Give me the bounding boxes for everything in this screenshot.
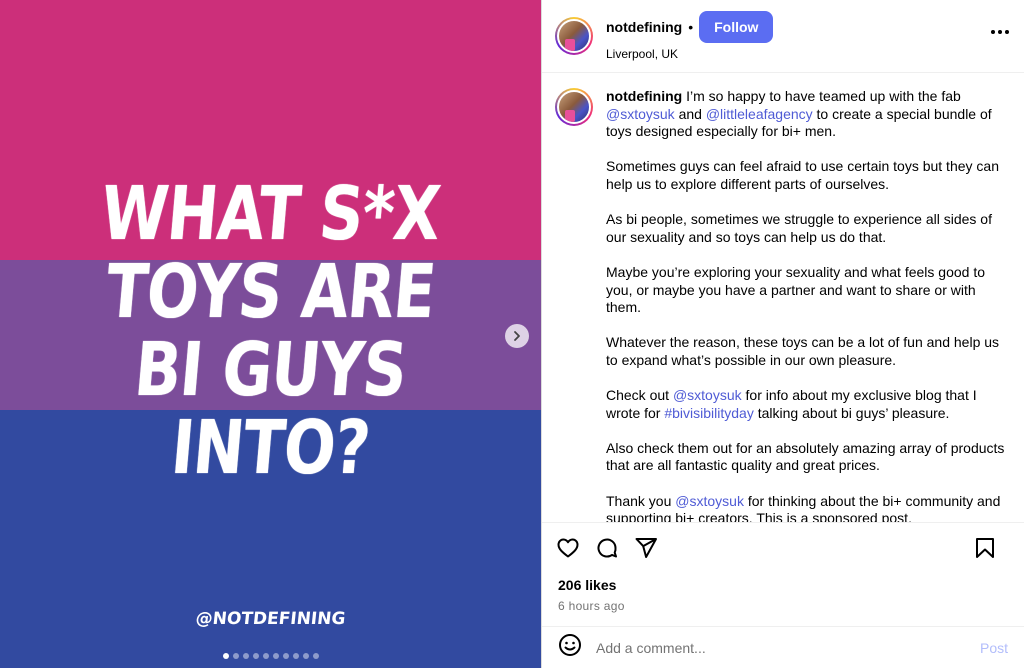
caption-text-run: talking about bi guys’ pleasure. [753, 404, 950, 421]
carousel-dot [252, 653, 259, 659]
post-comment-button[interactable]: Post [980, 640, 1008, 656]
header-top: notdefining • Follow [606, 11, 774, 43]
headline-line: BI GUYS [131, 327, 410, 413]
carousel-dot [242, 653, 249, 659]
mention-link[interactable]: @sxtoysuk [606, 106, 675, 122]
caption-paragraph: Check out @sxtoysuk for info about my ex… [606, 387, 1006, 422]
post-media[interactable]: WHAT S*X TOYS ARE BI GUYS INTO? @NOTDEFI… [0, 0, 541, 668]
emoji-icon[interactable] [558, 633, 582, 662]
share-icon[interactable] [634, 536, 658, 560]
caption-paragraph: Maybe you’re exploring your sexuality an… [606, 263, 985, 316]
comment-icon[interactable] [595, 536, 619, 560]
comment-input[interactable] [596, 639, 980, 656]
mention-link[interactable]: @littleleafagency [706, 106, 813, 122]
likes-count[interactable]: 206 likes [542, 577, 1024, 593]
hashtag-link[interactable]: #bivisibilityday [664, 405, 753, 421]
carousel-dot [302, 653, 309, 659]
avatar-image [557, 90, 591, 124]
post-sidebar: notdefining • Follow Liverpool, UK notde… [541, 0, 1024, 668]
caption-text-run: and [674, 105, 706, 122]
headline-line: INTO? [168, 405, 373, 491]
caption-text-run: Check out [606, 387, 673, 404]
more-options-icon[interactable] [991, 30, 1009, 34]
chevron-right-icon [514, 331, 520, 341]
avatar-image [557, 19, 591, 53]
mention-link[interactable]: @sxtoysuk [675, 493, 744, 509]
location[interactable]: Liverpool, UK [606, 47, 773, 61]
header-text: notdefining • Follow Liverpool, UK [606, 11, 774, 61]
media-handle: @NOTDEFINING [194, 609, 347, 629]
carousel-dot [282, 653, 289, 659]
caption-paragraph: Thank you @sxtoysuk for thinking about t… [606, 493, 1006, 522]
caption-paragraph: Also check them out for an absolutely am… [606, 439, 1005, 474]
post-header: notdefining • Follow Liverpool, UK [542, 0, 1024, 73]
carousel-indicator [0, 653, 541, 659]
media-headline: WHAT S*X TOYS ARE BI GUYS INTO? [0, 171, 541, 491]
caption-username[interactable]: notdefining [606, 88, 682, 104]
caption-paragraph: notdefining I’m so happy to have teamed … [606, 88, 1006, 141]
caption-text: notdefining I’m so happy to have teamed … [606, 88, 1006, 522]
caption-paragraph: Whatever the reason, these toys can be a… [606, 334, 1000, 368]
caption-avatar[interactable] [555, 88, 593, 126]
avatar[interactable] [555, 17, 593, 55]
mention-link[interactable]: @sxtoysuk [673, 387, 742, 403]
follow-button[interactable]: Follow [699, 11, 774, 43]
carousel-dot [292, 653, 299, 659]
caption-area: notdefining I’m so happy to have teamed … [542, 74, 1024, 522]
username[interactable]: notdefining [606, 19, 682, 35]
caption-text-run: I’m so happy to have teamed up with the … [686, 88, 961, 104]
headline-line: WHAT S*X [97, 171, 444, 257]
comment-bar: Post [542, 626, 1024, 668]
headline-line: TOYS ARE [102, 249, 439, 335]
carousel-dot [272, 653, 279, 659]
carousel-dot [222, 653, 229, 659]
carousel-dot [312, 653, 319, 659]
carousel-dot [262, 653, 269, 659]
actions-area: 206 likes 6 hours ago [542, 522, 1024, 613]
instagram-post: WHAT S*X TOYS ARE BI GUYS INTO? @NOTDEFI… [0, 0, 1024, 668]
carousel-dot [232, 653, 239, 659]
caption-paragraph: As bi people, sometimes we struggle to e… [606, 211, 992, 245]
bookmark-icon[interactable] [973, 536, 997, 560]
action-icons [542, 523, 1024, 573]
post-time[interactable]: 6 hours ago [542, 599, 1024, 613]
caption-paragraph: Sometimes guys can feel afraid to use ce… [606, 158, 999, 192]
caption-text-run: Thank you [606, 492, 676, 509]
heart-icon[interactable] [556, 536, 580, 560]
separator-dot: • [688, 19, 694, 35]
carousel-next-button[interactable] [505, 324, 529, 348]
